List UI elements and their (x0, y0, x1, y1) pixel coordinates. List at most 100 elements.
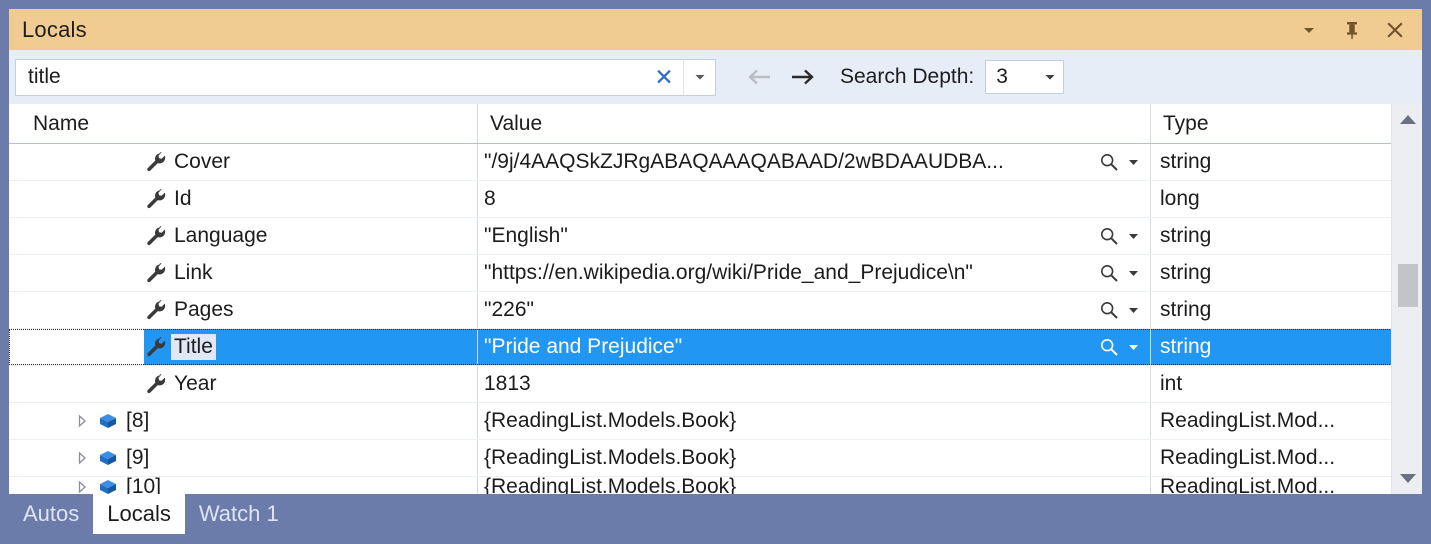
table-row[interactable]: Year 1813 int (9, 366, 1422, 403)
tab-locals[interactable]: Locals (93, 494, 185, 534)
cell-type[interactable]: string (1151, 218, 1422, 254)
table-row[interactable]: Cover "/9j/4AAQSkZJRgABAQAAAQABAAD/2wBDAA… (9, 144, 1422, 181)
scrollbar-thumb[interactable] (1398, 264, 1418, 307)
window-title-bar: Locals (9, 9, 1422, 50)
variable-name: Title (171, 334, 216, 360)
cell-name[interactable]: Year (9, 366, 478, 402)
cell-value[interactable]: "/9j/4AAQSkZJRgABAQAAAQABAAD/2wBDAAUDBA.… (478, 144, 1151, 180)
magnifier-icon[interactable] (1096, 151, 1122, 173)
variable-value: {ReadingList.Models.Book} (484, 409, 737, 432)
visualizer-chevron-down-icon[interactable] (1124, 156, 1142, 169)
column-header-type[interactable]: Type (1151, 104, 1422, 143)
table-row[interactable]: [9] {ReadingList.Models.Book} ReadingList.… (9, 440, 1422, 477)
variable-name: Language (174, 224, 268, 247)
cell-value[interactable]: "226" (478, 292, 1151, 328)
cell-name[interactable]: Cover (9, 144, 478, 180)
cell-type[interactable]: string (1151, 255, 1422, 291)
cell-value[interactable]: {ReadingList.Models.Book} (478, 477, 1151, 494)
table-row[interactable]: Title "Pride and Prejudice" string (9, 329, 1422, 366)
variable-value: "English" (484, 224, 568, 247)
table-row[interactable]: Pages "226" string (9, 292, 1422, 329)
table-row[interactable]: Language "English" string (9, 218, 1422, 255)
visualizer-chevron-down-icon[interactable] (1124, 230, 1142, 243)
magnifier-icon[interactable] (1096, 336, 1122, 358)
tab-watch-1[interactable]: Watch 1 (185, 494, 293, 534)
table-row[interactable]: [8] {ReadingList.Models.Book} ReadingList.… (9, 403, 1422, 440)
column-header-name[interactable]: Name (9, 104, 478, 143)
search-options-chevron-down-icon[interactable] (683, 59, 715, 95)
cell-value[interactable]: 8 (478, 181, 1151, 217)
search-input[interactable] (16, 65, 645, 89)
variable-name: Link (174, 261, 213, 284)
table-row[interactable]: Link "https://en.wikipedia.org/wiki/Pride… (9, 255, 1422, 292)
variable-name: Id (174, 187, 192, 210)
variable-type: string (1160, 224, 1212, 247)
value-visualizer-actions (1096, 225, 1142, 247)
scroll-up-triangle-up-icon[interactable] (1392, 104, 1422, 134)
cell-type[interactable]: int (1151, 366, 1422, 402)
cell-name[interactable]: [9] (9, 440, 478, 476)
cell-type[interactable]: ReadingList.Mod... (1151, 477, 1422, 494)
clear-search-icon[interactable]: ✕ (645, 60, 683, 95)
magnifier-icon[interactable] (1096, 299, 1122, 321)
variable-value: {ReadingList.Models.Book} (484, 477, 737, 494)
variable-type: ReadingList.Mod... (1160, 446, 1336, 469)
magnifier-icon[interactable] (1096, 262, 1122, 284)
variable-value: "226" (484, 298, 534, 321)
cell-name[interactable]: Title (9, 329, 478, 365)
magnifier-icon[interactable] (1096, 225, 1122, 247)
cell-type[interactable]: long (1151, 181, 1422, 217)
search-box[interactable]: ✕ (15, 58, 716, 96)
expand-triangle-right-icon[interactable] (71, 414, 93, 428)
search-next-arrow-right-icon[interactable] (784, 59, 824, 95)
cell-name[interactable]: [8] (9, 403, 478, 439)
variable-value: 8 (484, 187, 496, 210)
cell-type[interactable]: string (1151, 329, 1422, 365)
variable-value: "/9j/4AAQSkZJRgABAQAAAQABAAD/2wBDAAUDBA.… (484, 150, 1004, 173)
cell-type[interactable]: ReadingList.Mod... (1151, 440, 1422, 476)
visualizer-chevron-down-icon[interactable] (1124, 304, 1142, 317)
scroll-down-triangle-down-icon[interactable] (1392, 464, 1422, 494)
expand-triangle-right-icon[interactable] (71, 480, 93, 494)
wrench-icon (141, 262, 171, 284)
cell-type[interactable]: ReadingList.Mod... (1151, 403, 1422, 439)
search-depth-value: 3 (996, 65, 1008, 88)
page-title: Locals (22, 16, 87, 42)
visualizer-chevron-down-icon[interactable] (1124, 267, 1142, 280)
variable-type: ReadingList.Mod... (1160, 477, 1336, 494)
cell-name[interactable]: Id (9, 181, 478, 217)
cell-value[interactable]: {ReadingList.Models.Book} (478, 440, 1151, 476)
close-icon[interactable] (1382, 16, 1408, 44)
variables-grid: Name Value Type Cover "/9j/4AAQSkZJRgABAQ… (9, 104, 1422, 494)
chevron-down-icon[interactable] (1296, 16, 1322, 44)
vertical-scrollbar[interactable] (1391, 104, 1422, 494)
expand-triangle-right-icon[interactable] (71, 451, 93, 465)
cell-name[interactable]: Language (9, 218, 478, 254)
visualizer-chevron-down-icon[interactable] (1124, 341, 1142, 354)
table-row[interactable]: [10] {ReadingList.Models.Book} ReadingList… (9, 477, 1422, 494)
table-row[interactable]: Id 8 long (9, 181, 1422, 218)
cell-name[interactable]: Pages (9, 292, 478, 328)
search-depth-label: Search Depth: (840, 65, 975, 88)
cell-value[interactable]: 1813 (478, 366, 1151, 402)
search-toolbar: ✕ Search Depth: 3 (9, 50, 1422, 104)
search-depth-chevron-down-icon[interactable] (1037, 61, 1063, 93)
cell-name[interactable]: [10] (9, 477, 478, 494)
tab-autos[interactable]: Autos (9, 494, 93, 534)
cell-value[interactable]: "English" (478, 218, 1151, 254)
value-visualizer-actions (1096, 151, 1142, 173)
pin-icon[interactable] (1339, 16, 1365, 44)
search-previous-arrow-left-icon[interactable] (738, 59, 778, 95)
cell-type[interactable]: string (1151, 144, 1422, 180)
search-depth-select[interactable]: 3 (985, 60, 1065, 94)
cell-name[interactable]: Link (9, 255, 478, 291)
cell-value[interactable]: "https://en.wikipedia.org/wiki/Pride_and… (478, 255, 1151, 291)
debugger-tab-bar: Autos Locals Watch 1 (9, 494, 1422, 544)
column-header-value[interactable]: Value (478, 104, 1151, 143)
cell-value[interactable]: "Pride and Prejudice" (478, 329, 1151, 365)
cell-value[interactable]: {ReadingList.Models.Book} (478, 403, 1151, 439)
locals-debugger-window: Locals ✕ (0, 0, 1431, 544)
variable-type: string (1160, 150, 1212, 173)
cell-type[interactable]: string (1151, 292, 1422, 328)
variable-name: Year (174, 372, 217, 395)
